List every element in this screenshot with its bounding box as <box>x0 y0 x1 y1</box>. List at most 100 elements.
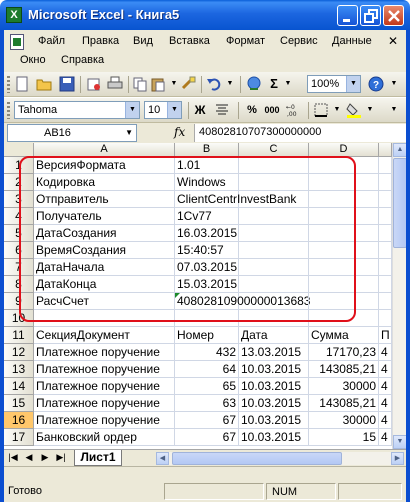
toolbar-options-icon[interactable]: ▼ <box>386 76 402 92</box>
cell-d[interactable]: 15 <box>309 429 379 446</box>
menu-view[interactable]: Вид <box>133 35 153 47</box>
toolbar-grip[interactable] <box>7 102 10 119</box>
cell-a[interactable]: Платежное поручение <box>34 378 175 395</box>
row-header[interactable]: 12 <box>4 344 34 361</box>
menu-file[interactable]: Файл <box>38 35 65 47</box>
spreadsheet-grid[interactable]: A B C D 1 ВерсияФормата 1.01 2 Кодировка Wind… <box>4 143 406 449</box>
menu-tools[interactable]: Сервис <box>280 35 318 47</box>
cell-e[interactable] <box>379 225 392 242</box>
cell-e[interactable]: 4 <box>379 412 392 429</box>
restore-button[interactable] <box>360 5 381 26</box>
menu-format[interactable]: Формат <box>226 35 265 47</box>
cell-e[interactable] <box>379 208 392 225</box>
cell-b[interactable]: 16.03.2015 <box>175 225 239 242</box>
cell-c[interactable]: 13.03.2015 <box>239 344 309 361</box>
cell-d[interactable]: 17170,23 <box>309 344 379 361</box>
autosum-dropdown-icon[interactable]: ▼ <box>280 76 296 92</box>
cell-e[interactable]: 4 <box>379 429 392 446</box>
cell-a[interactable]: ДатаСоздания <box>34 225 175 242</box>
align-center-icon[interactable] <box>214 102 230 118</box>
copy-icon[interactable] <box>132 76 148 92</box>
borders-icon[interactable] <box>313 102 329 118</box>
name-box[interactable]: AB16 ▼ <box>7 124 137 142</box>
name-box-dropdown-icon[interactable]: ▼ <box>125 125 133 141</box>
menu-help[interactable]: Справка <box>61 54 104 66</box>
cell-b[interactable]: 1Cv77 <box>175 208 239 225</box>
cell-d[interactable] <box>309 174 379 191</box>
cell-c[interactable]: 10.03.2015 <box>239 395 309 412</box>
column-header-e[interactable] <box>379 143 392 157</box>
cell-b[interactable]: ClientCentrInvestBank <box>175 191 296 208</box>
cell-d[interactable]: 30000 <box>309 378 379 395</box>
cell-b[interactable]: Windows <box>175 174 239 191</box>
cell-a[interactable]: Платежное поручение <box>34 395 175 412</box>
cell-d[interactable] <box>309 259 379 276</box>
cell-d[interactable] <box>309 310 379 327</box>
cell-a[interactable]: ВремяСоздания <box>34 242 175 259</box>
thousands-separator-button[interactable]: 000 <box>262 102 282 118</box>
excel-app-icon[interactable]: X <box>6 7 22 23</box>
undo-dropdown-icon[interactable]: ▼ <box>222 76 238 92</box>
column-header-d[interactable]: D <box>309 143 379 157</box>
cell-a[interactable]: Платежное поручение <box>34 412 175 429</box>
cell-c[interactable] <box>239 259 309 276</box>
cell-b[interactable]: 1.01 <box>175 157 239 174</box>
row-header[interactable]: 4 <box>4 208 34 225</box>
new-document-icon[interactable] <box>14 76 30 92</box>
font-name-dropdown-icon[interactable]: ▼ <box>125 102 139 118</box>
toolbar-grip[interactable] <box>7 76 10 93</box>
cell-c[interactable] <box>239 310 309 327</box>
insert-function-icon[interactable]: fx <box>174 125 185 139</box>
cell-e[interactable]: 4 <box>379 395 392 412</box>
format-painter-icon[interactable] <box>180 76 196 92</box>
row-header[interactable]: 5 <box>4 225 34 242</box>
vertical-scrollbar[interactable]: ▲ ▼ <box>392 143 406 449</box>
cell-d[interactable] <box>309 157 379 174</box>
cell-a[interactable]: СекцияДокумент <box>34 327 175 344</box>
save-disk-icon[interactable] <box>59 76 75 92</box>
print-icon[interactable] <box>107 76 123 92</box>
cell-c[interactable] <box>239 276 309 293</box>
cell-d[interactable]: 143085,21 <box>309 361 379 378</box>
cell-d[interactable] <box>309 208 379 225</box>
cell-c[interactable] <box>239 293 309 310</box>
undo-icon[interactable] <box>206 76 222 92</box>
cell-d[interactable]: 30000 <box>309 412 379 429</box>
cell-b[interactable]: 65 <box>175 378 239 395</box>
bold-button[interactable]: Ж <box>192 102 208 118</box>
cell-c[interactable]: 10.03.2015 <box>239 429 309 446</box>
workbook-close-icon[interactable]: ✕ <box>386 35 400 49</box>
cell-c[interactable] <box>239 157 309 174</box>
permission-icon[interactable] <box>86 76 102 92</box>
cell-e[interactable] <box>379 191 392 208</box>
cell-b[interactable]: 07.03.2015 <box>175 259 239 276</box>
cell-c[interactable]: 10.03.2015 <box>239 412 309 429</box>
row-header[interactable]: 1 <box>4 157 34 174</box>
scroll-up-icon[interactable]: ▲ <box>393 143 406 157</box>
scroll-right-icon[interactable]: ▶ <box>391 452 404 465</box>
cell-a[interactable] <box>34 310 175 327</box>
cell-c[interactable]: Дата <box>239 327 309 344</box>
formatting-options-icon[interactable]: ▼ <box>386 102 402 118</box>
cell-d[interactable]: Сумма <box>309 327 379 344</box>
cell-d[interactable] <box>309 293 379 310</box>
cell-d[interactable] <box>309 242 379 259</box>
cell-c[interactable] <box>239 225 309 242</box>
help-icon[interactable]: ? <box>368 76 384 92</box>
minimize-button[interactable] <box>337 5 358 26</box>
row-header[interactable]: 17 <box>4 429 34 446</box>
row-header[interactable]: 11 <box>4 327 34 344</box>
error-indicator-icon[interactable] <box>175 293 180 298</box>
column-header-c[interactable]: C <box>239 143 309 157</box>
cell-e[interactable] <box>379 242 392 259</box>
zoom-dropdown-icon[interactable]: ▼ <box>346 76 360 92</box>
cell-c[interactable] <box>239 208 309 225</box>
row-header[interactable]: 15 <box>4 395 34 412</box>
cell-c[interactable]: 10.03.2015 <box>239 378 309 395</box>
cell-b[interactable]: 15:40:57 <box>175 242 239 259</box>
row-header[interactable]: 9 <box>4 293 34 310</box>
cell-a[interactable]: Банковский ордер <box>34 429 175 446</box>
row-header[interactable]: 3 <box>4 191 34 208</box>
row-header[interactable]: 7 <box>4 259 34 276</box>
cell-c[interactable]: 10.03.2015 <box>239 361 309 378</box>
